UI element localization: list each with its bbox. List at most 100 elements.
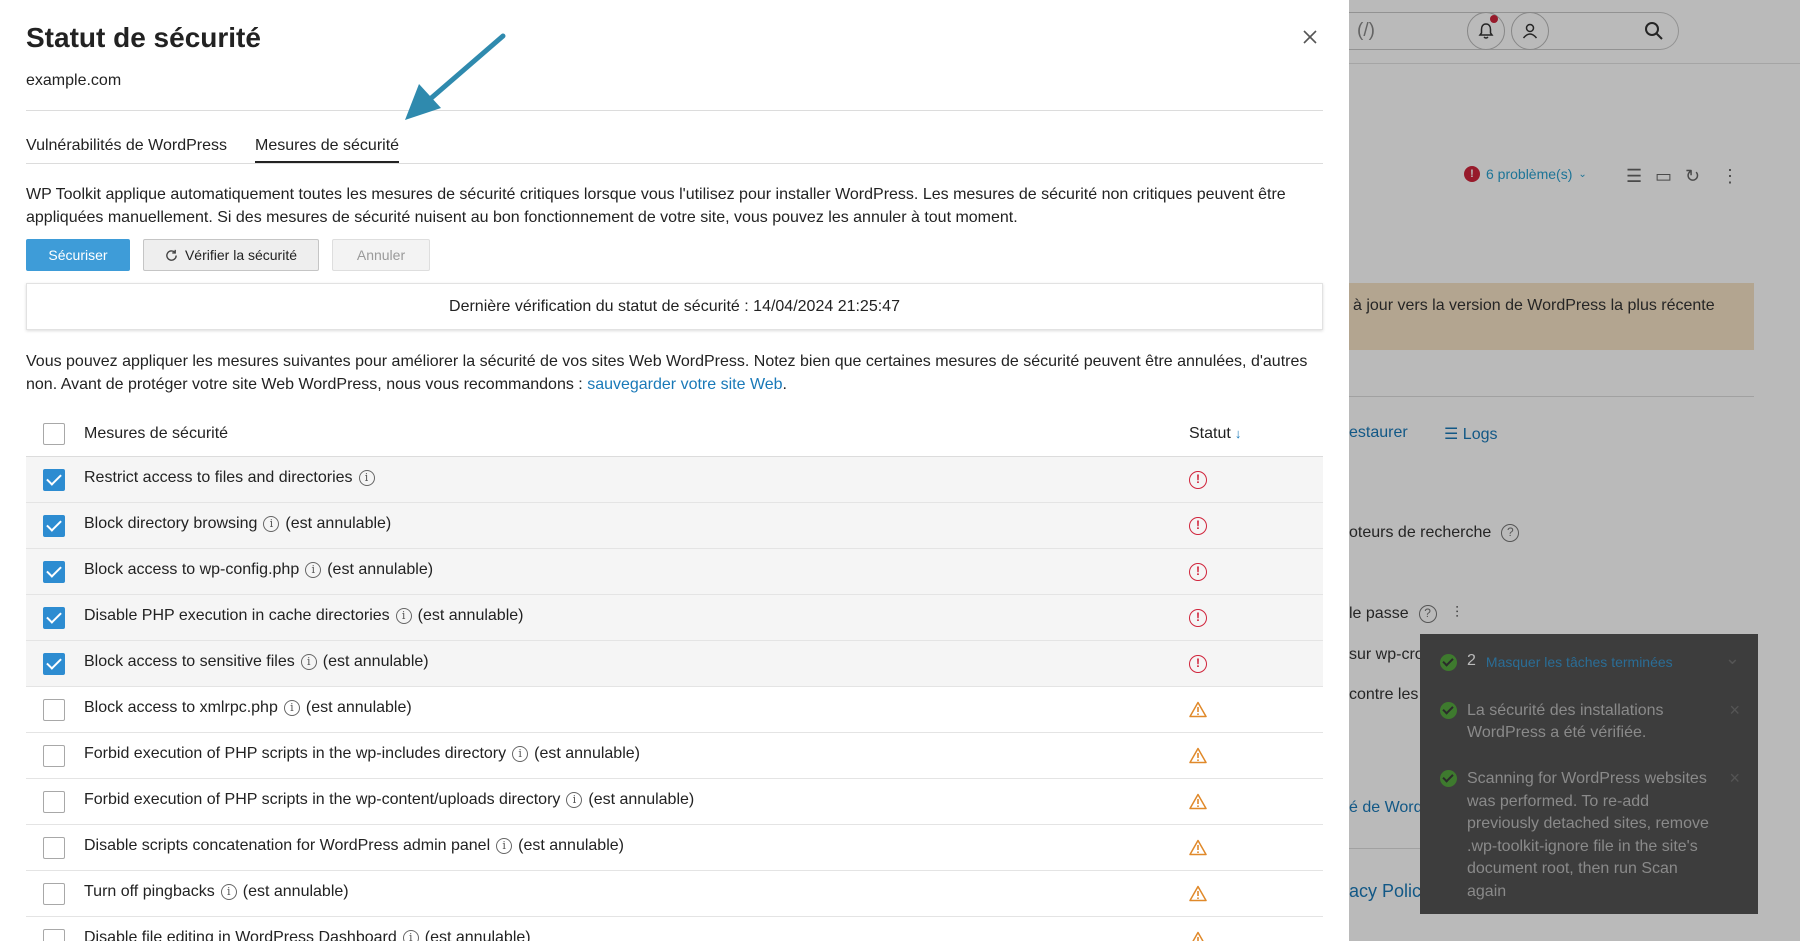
annotation-arrow-icon bbox=[405, 33, 506, 120]
status-cell: ! bbox=[1189, 563, 1207, 581]
row-checkbox[interactable] bbox=[43, 745, 65, 767]
toast-count: 2 bbox=[1467, 652, 1476, 669]
measure-name: Disable file editing in WordPress Dashbo… bbox=[84, 929, 397, 941]
divider bbox=[26, 110, 1323, 111]
modal-tabs: Vulnérabilités de WordPress Mesures de s… bbox=[26, 137, 400, 163]
table-row: Disable PHP execution in cache directori… bbox=[26, 595, 1323, 641]
measure-name: Disable PHP execution in cache directori… bbox=[84, 607, 390, 624]
measure-name-cell: Block access to sensitive files i (est ann… bbox=[84, 653, 429, 671]
measure-name-cell: Block directory browsing i (est annulable) bbox=[84, 515, 391, 533]
toast-message-text: La sécurité des installations WordPress … bbox=[1467, 702, 1664, 741]
sort-arrow-icon: ↓ bbox=[1234, 426, 1242, 441]
close-icon[interactable]: × bbox=[1729, 768, 1740, 789]
check-security-button[interactable]: Vérifier la sécurité bbox=[143, 239, 319, 271]
toast-message: La sécurité des installations WordPress … bbox=[1440, 700, 1730, 744]
revertible-label: (est annulable) bbox=[322, 653, 429, 670]
row-checkbox[interactable] bbox=[43, 929, 65, 941]
revertible-label: (est annulable) bbox=[417, 607, 524, 624]
table-body: Restrict access to files and directories… bbox=[26, 457, 1323, 941]
critical-status-icon: ! bbox=[1189, 609, 1207, 627]
warning-status-icon bbox=[1189, 747, 1207, 764]
tab-wordpress-vulnerabilities[interactable]: Vulnérabilités de WordPress bbox=[26, 137, 227, 163]
measure-name: Block access to wp-config.php bbox=[84, 561, 300, 578]
security-status-modal: Statut de sécurité example.com Vulnérabi… bbox=[0, 0, 1349, 941]
check-circle-icon bbox=[1440, 654, 1457, 671]
measure-name: Restrict access to files and directories bbox=[84, 469, 353, 486]
table-row: Turn off pingbacks i (est annulable) bbox=[26, 871, 1323, 917]
revertible-label: (est annulable) bbox=[588, 791, 695, 808]
info-icon[interactable]: i bbox=[402, 930, 419, 941]
warning-status-icon bbox=[1189, 793, 1207, 810]
measure-name-cell: Block access to xmlrpc.php i (est annulabl… bbox=[84, 699, 412, 717]
header-measures: Mesures de sécurité bbox=[84, 425, 229, 442]
table-row: Forbid execution of PHP scripts in the w… bbox=[26, 733, 1323, 779]
table-row: Block directory browsing i (est annulable)… bbox=[26, 503, 1323, 549]
info-icon[interactable]: i bbox=[220, 884, 237, 900]
revert-button[interactable]: Annuler bbox=[332, 239, 430, 271]
tab-security-measures[interactable]: Mesures de sécurité bbox=[254, 137, 400, 163]
chevron-down-icon[interactable]: ⌄ bbox=[1725, 648, 1740, 669]
intro-text: WP Toolkit applique automatiquement tout… bbox=[26, 186, 1286, 226]
info-icon[interactable]: i bbox=[512, 746, 529, 762]
row-checkbox[interactable] bbox=[43, 699, 65, 721]
table-row: Block access to wp-config.php i (est annul… bbox=[26, 549, 1323, 595]
task-toast: 2 Masquer les tâches terminées ⌄ La sécu… bbox=[1420, 634, 1758, 914]
info-icon[interactable]: i bbox=[566, 792, 583, 808]
info-icon[interactable]: i bbox=[358, 470, 375, 486]
header-status-sort[interactable]: Statut ↓ bbox=[1189, 425, 1241, 443]
backup-site-link[interactable]: sauvegarder votre site Web bbox=[587, 376, 782, 393]
critical-status-icon: ! bbox=[1189, 655, 1207, 673]
description-end: . bbox=[782, 376, 787, 393]
info-icon[interactable]: i bbox=[395, 608, 412, 624]
close-button[interactable] bbox=[1298, 26, 1322, 50]
info-icon[interactable]: i bbox=[263, 516, 280, 532]
measure-name-cell: Turn off pingbacks i (est annulable) bbox=[84, 883, 349, 901]
row-checkbox[interactable] bbox=[43, 561, 65, 583]
close-icon bbox=[1303, 30, 1317, 44]
row-checkbox[interactable] bbox=[43, 469, 65, 491]
check-circle-icon bbox=[1440, 702, 1457, 719]
status-cell: ! bbox=[1189, 655, 1207, 673]
table-row: Forbid execution of PHP scripts in the w… bbox=[26, 779, 1323, 825]
measure-name-cell: Disable file editing in WordPress Dashbo… bbox=[84, 929, 531, 941]
warning-status-icon bbox=[1189, 839, 1207, 856]
toast-message-text: Scanning for WordPress websites was perf… bbox=[1467, 770, 1709, 900]
revertible-label: (est annulable) bbox=[534, 745, 640, 762]
site-domain: example.com bbox=[26, 72, 122, 89]
close-icon[interactable]: × bbox=[1729, 700, 1740, 721]
measure-name: Block access to xmlrpc.php bbox=[84, 699, 278, 716]
status-cell bbox=[1189, 701, 1207, 718]
row-checkbox[interactable] bbox=[43, 837, 65, 859]
revertible-label: (est annulable) bbox=[327, 561, 434, 578]
status-cell bbox=[1189, 885, 1207, 902]
row-checkbox[interactable] bbox=[43, 791, 65, 813]
status-cell: ! bbox=[1189, 471, 1207, 489]
row-checkbox[interactable] bbox=[43, 607, 65, 629]
measure-name-cell: Disable scripts concatenation for WordPr… bbox=[84, 837, 624, 855]
table-row: Restrict access to files and directories… bbox=[26, 457, 1323, 503]
tabs-divider bbox=[26, 163, 1323, 164]
status-cell bbox=[1189, 793, 1207, 810]
status-cell: ! bbox=[1189, 609, 1207, 627]
row-checkbox[interactable] bbox=[43, 515, 65, 537]
action-toolbar: Sécuriser Vérifier la sécurité Annuler bbox=[26, 239, 430, 271]
table-row: Block access to xmlrpc.php i (est annulabl… bbox=[26, 687, 1323, 733]
revertible-label: (est annulable) bbox=[242, 883, 349, 900]
toast-message: Scanning for WordPress websites was perf… bbox=[1440, 768, 1730, 903]
info-icon[interactable]: i bbox=[300, 654, 317, 670]
revertible-label: (est annulable) bbox=[424, 929, 531, 941]
hide-completed-link[interactable]: Masquer les tâches terminées bbox=[1486, 654, 1673, 671]
secure-button[interactable]: Sécuriser bbox=[26, 239, 130, 271]
revertible-label: (est annulable) bbox=[305, 699, 412, 716]
info-icon[interactable]: i bbox=[305, 562, 322, 578]
status-cell: ! bbox=[1189, 517, 1207, 535]
table-row: Disable file editing in WordPress Dashbo… bbox=[26, 917, 1323, 941]
info-icon[interactable]: i bbox=[283, 700, 300, 716]
info-icon[interactable]: i bbox=[496, 838, 513, 854]
measure-name: Forbid execution of PHP scripts in the w… bbox=[84, 791, 561, 808]
measure-name: Block access to sensitive files bbox=[84, 653, 295, 670]
row-checkbox[interactable] bbox=[43, 883, 65, 905]
row-checkbox[interactable] bbox=[43, 653, 65, 675]
status-cell bbox=[1189, 747, 1207, 764]
select-all-checkbox[interactable] bbox=[43, 423, 65, 445]
